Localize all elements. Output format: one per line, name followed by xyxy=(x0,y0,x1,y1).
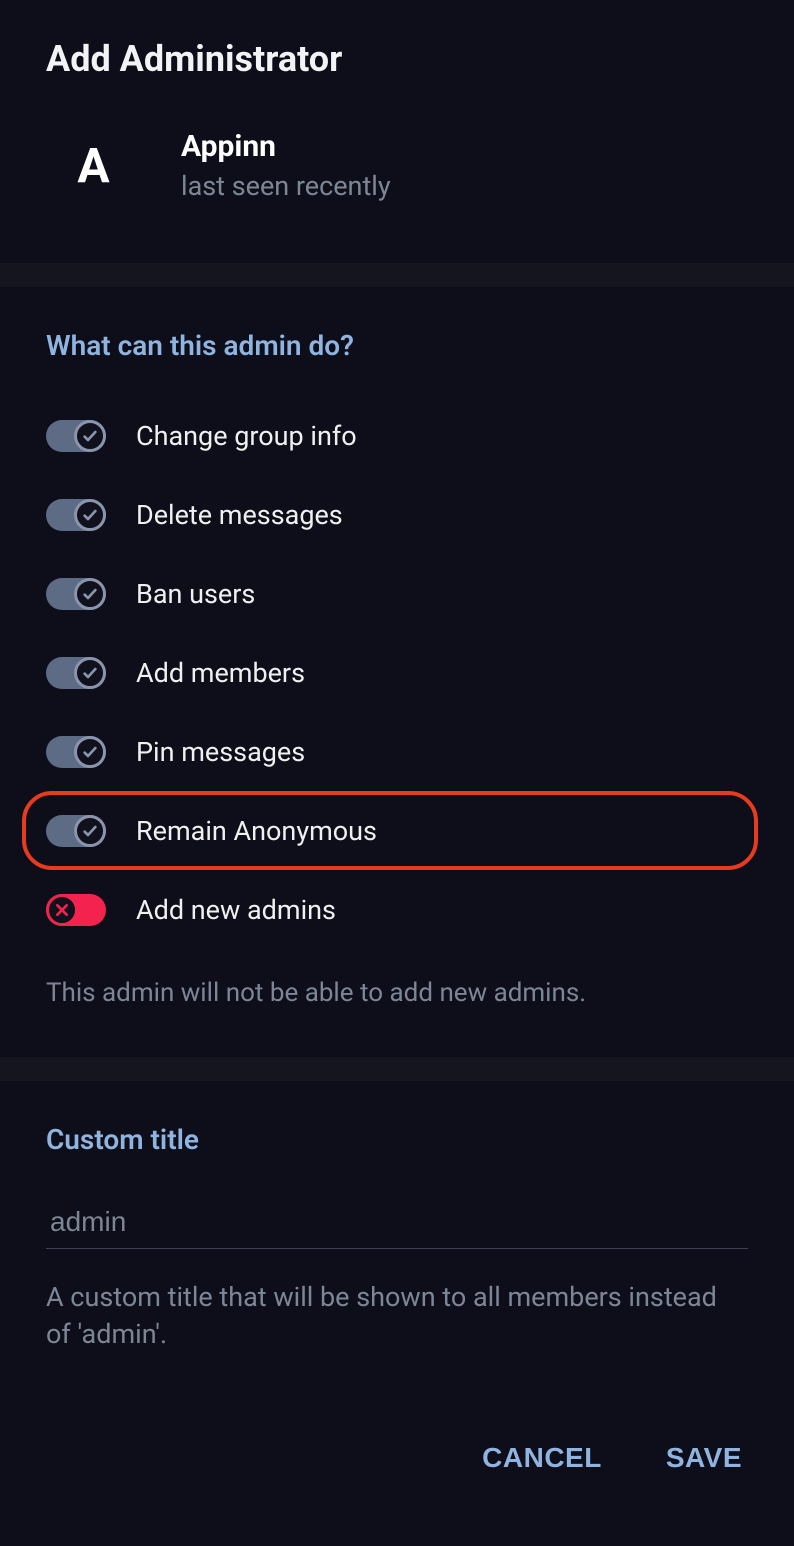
permission-row-ban-users[interactable]: Ban users xyxy=(46,554,748,633)
toggle-ban-users[interactable] xyxy=(46,578,106,610)
permission-row-pin-messages[interactable]: Pin messages xyxy=(46,712,748,791)
toggle-delete-messages[interactable] xyxy=(46,499,106,531)
custom-title-heading: Custom title xyxy=(46,1123,748,1156)
permission-label: Remain Anonymous xyxy=(136,815,377,847)
save-button[interactable]: SAVE xyxy=(666,1442,742,1474)
permissions-title: What can this admin do? xyxy=(46,329,748,362)
permission-label: Add members xyxy=(136,657,305,689)
toggle-change-group-info[interactable] xyxy=(46,420,106,452)
toggle-pin-messages[interactable] xyxy=(46,736,106,768)
permission-row-remain-anonymous[interactable]: Remain Anonymous xyxy=(22,791,758,870)
permission-row-change-group-info[interactable]: Change group info xyxy=(46,396,748,475)
permission-label: Add new admins xyxy=(136,894,336,926)
custom-title-input[interactable] xyxy=(46,1196,748,1249)
user-name: Appinn xyxy=(181,129,748,164)
permission-label: Pin messages xyxy=(136,736,305,768)
cancel-button[interactable]: CANCEL xyxy=(482,1442,602,1474)
user-row[interactable]: A Appinn last seen recently xyxy=(0,118,794,263)
check-icon xyxy=(74,657,106,689)
custom-title-section: Custom title A custom title that will be… xyxy=(0,1081,794,1399)
permission-label: Ban users xyxy=(136,578,255,610)
check-icon xyxy=(74,499,106,531)
user-status: last seen recently xyxy=(181,170,748,202)
check-icon xyxy=(74,815,106,847)
separator xyxy=(0,263,794,287)
separator xyxy=(0,1057,794,1081)
toggle-add-members[interactable] xyxy=(46,657,106,689)
permission-label: Change group info xyxy=(136,420,357,452)
permission-row-add-members[interactable]: Add members xyxy=(46,633,748,712)
avatar: A xyxy=(46,118,141,213)
toggle-remain-anonymous[interactable] xyxy=(46,815,106,847)
header: Add Administrator xyxy=(0,0,794,118)
user-meta: Appinn last seen recently xyxy=(181,129,748,202)
cross-icon xyxy=(46,894,78,926)
custom-title-input-wrap xyxy=(46,1196,748,1249)
page-title: Add Administrator xyxy=(46,38,748,80)
permissions-hint: This admin will not be able to add new a… xyxy=(46,975,748,1013)
check-icon xyxy=(74,578,106,610)
check-icon xyxy=(74,736,106,768)
check-icon xyxy=(74,420,106,452)
custom-title-description: A custom title that will be shown to all… xyxy=(46,1279,748,1355)
permissions-section: What can this admin do? Change group inf… xyxy=(0,287,794,1057)
toggle-add-new-admins[interactable] xyxy=(46,894,106,926)
dialog-actions: CANCEL SAVE xyxy=(0,1398,794,1504)
permission-row-delete-messages[interactable]: Delete messages xyxy=(46,475,748,554)
permissions-list: Change group info Delete messages Ban user… xyxy=(46,396,748,949)
permission-label: Delete messages xyxy=(136,499,343,531)
permission-row-add-new-admins[interactable]: Add new admins xyxy=(46,870,748,949)
